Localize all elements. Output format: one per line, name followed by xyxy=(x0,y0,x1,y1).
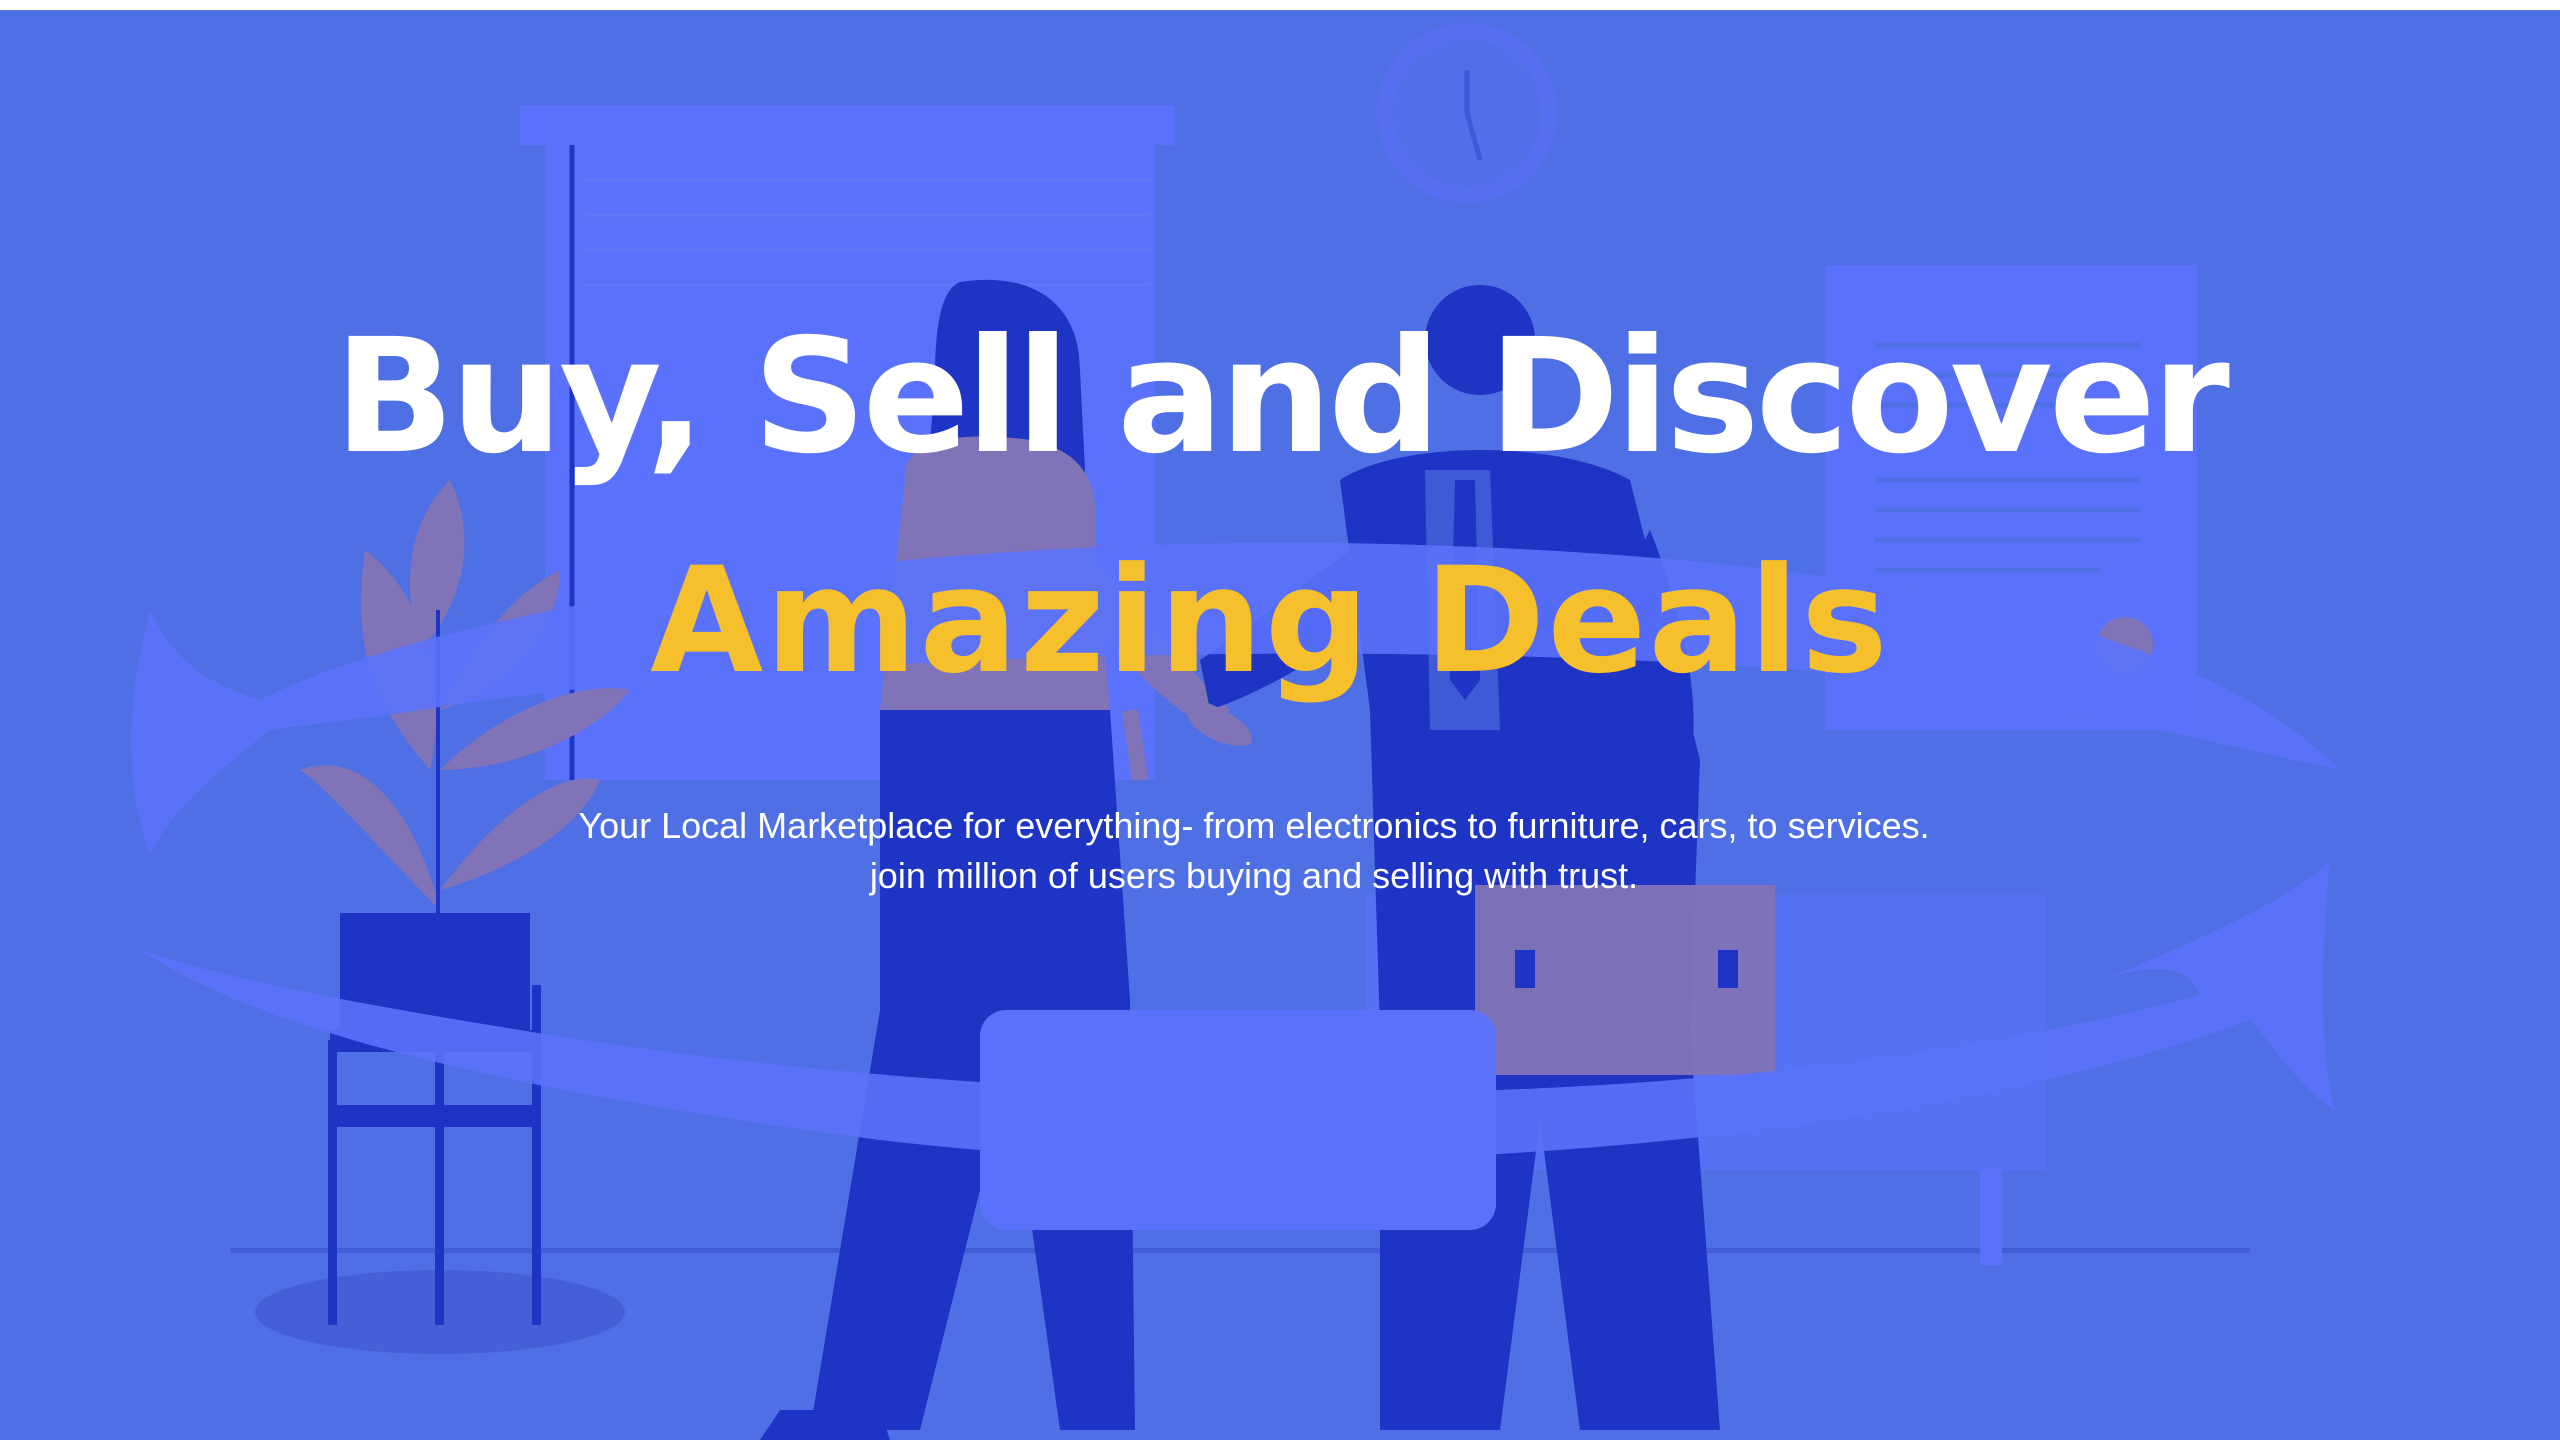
cta-button[interactable] xyxy=(980,1000,1496,1220)
headline-accent: Amazing Deals xyxy=(650,536,1890,706)
subtitle-line-1: Your Local Marketplace for everything- f… xyxy=(578,805,1930,846)
window-frame xyxy=(520,105,1175,145)
subtitle-line-2: join million of users buying and selling… xyxy=(869,855,1639,896)
handshake-illustration xyxy=(131,23,2340,1440)
hero-section: Buy, Sell and Discover Amazing Deals You… xyxy=(0,10,2560,1440)
headline-main: Buy, Sell and Discover xyxy=(334,305,2230,489)
